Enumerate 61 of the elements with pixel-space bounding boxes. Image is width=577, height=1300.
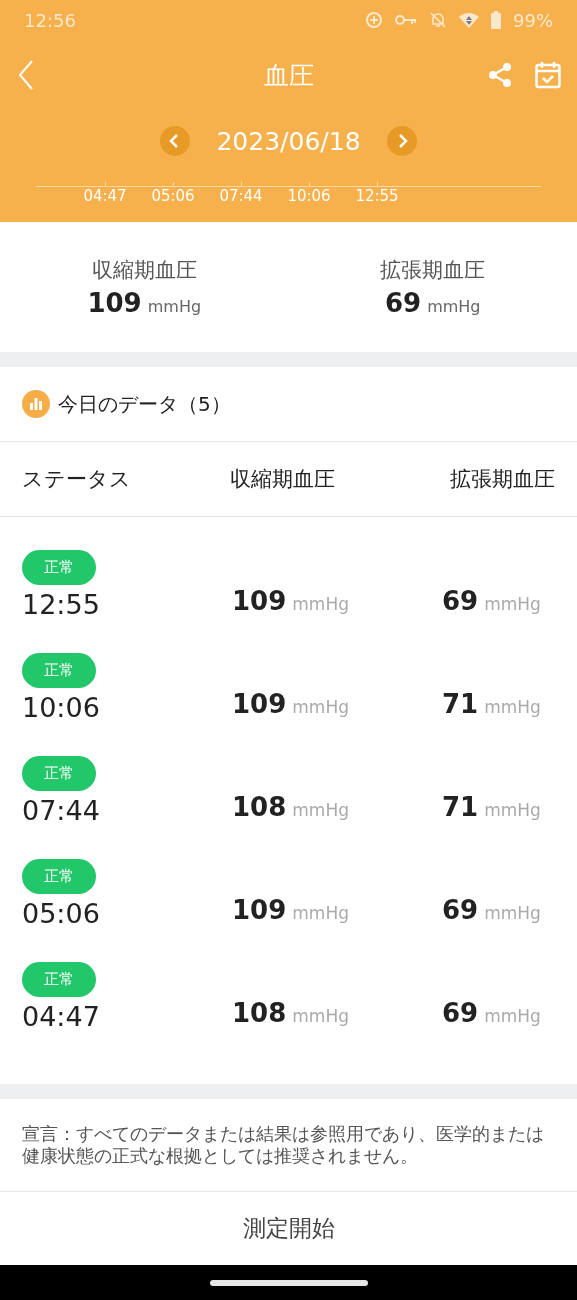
unit-label: mmHg: [292, 1006, 349, 1026]
timeline-label: 05:06: [151, 187, 195, 205]
status-badge: 正常: [22, 550, 96, 585]
unit-label: mmHg: [292, 800, 349, 820]
unit-label: mmHg: [292, 903, 349, 923]
summary-unit: mmHg: [147, 297, 202, 316]
reading-time: 07:44: [22, 795, 100, 826]
key-icon: [395, 14, 417, 26]
unit-label: mmHg: [484, 903, 541, 923]
unit-label: mmHg: [292, 697, 349, 717]
unit-label: mmHg: [484, 697, 541, 717]
diastolic-value: 69: [442, 998, 479, 1028]
previous-day-button[interactable]: [160, 126, 191, 156]
unit-label: mmHg: [484, 1006, 541, 1026]
wifi-icon: [459, 12, 479, 28]
bar-chart-icon: [22, 390, 50, 418]
column-header: ステータス: [22, 466, 132, 493]
next-day-button[interactable]: [386, 126, 417, 156]
systolic-value: 109: [232, 689, 287, 719]
timeline-label: 12:55: [355, 187, 399, 205]
unit-label: mmHg: [484, 594, 541, 614]
summary-value: 109: [87, 288, 142, 318]
unit-label: mmHg: [292, 594, 349, 614]
battery-icon: [491, 11, 501, 29]
diastolic-value: 69: [442, 895, 479, 925]
timeline-label: 10:06: [287, 187, 331, 205]
reading-time: 05:06: [22, 898, 100, 929]
back-icon[interactable]: [18, 60, 34, 90]
page-title: 血圧: [263, 59, 314, 92]
status-badge: 正常: [22, 653, 96, 688]
status-time: 12:56: [24, 9, 76, 31]
section-title: 今日のデータ（5）: [58, 390, 231, 418]
systolic-value: 108: [232, 792, 287, 822]
date-label: 2023/06/18: [216, 126, 361, 156]
summary-label: 拡張期血圧: [380, 257, 486, 284]
reading-time: 12:55: [22, 589, 100, 620]
timeline-label: 07:44: [219, 187, 263, 205]
systolic-value: 108: [232, 998, 287, 1028]
unit-label: mmHg: [484, 800, 541, 820]
summary-label: 収縮期血圧: [91, 257, 197, 284]
diastolic-value: 69: [442, 586, 479, 616]
home-indicator[interactable]: [209, 1279, 368, 1286]
calendar-icon[interactable]: [535, 61, 561, 89]
systolic-value: 109: [232, 895, 287, 925]
diastolic-value: 71: [442, 689, 479, 719]
column-header: 収縮期血圧: [229, 466, 336, 493]
reading-time: 04:47: [22, 1001, 100, 1032]
status-badge: 正常: [22, 962, 96, 997]
status-badge: 正常: [22, 859, 96, 894]
bell-off-icon: [429, 11, 447, 29]
summary-value: 69: [384, 288, 422, 318]
share-icon[interactable]: [487, 62, 513, 88]
timeline-label: 04:47: [83, 187, 127, 205]
status-badge: 正常: [22, 756, 96, 791]
summary-unit: mmHg: [427, 297, 481, 316]
column-header: 拡張期血圧: [449, 466, 555, 493]
reading-time: 10:06: [22, 692, 100, 723]
systolic-value: 109: [232, 586, 287, 616]
battery-level: 99%: [513, 9, 553, 31]
data-saver-icon: [365, 11, 383, 29]
diastolic-value: 71: [442, 792, 479, 822]
